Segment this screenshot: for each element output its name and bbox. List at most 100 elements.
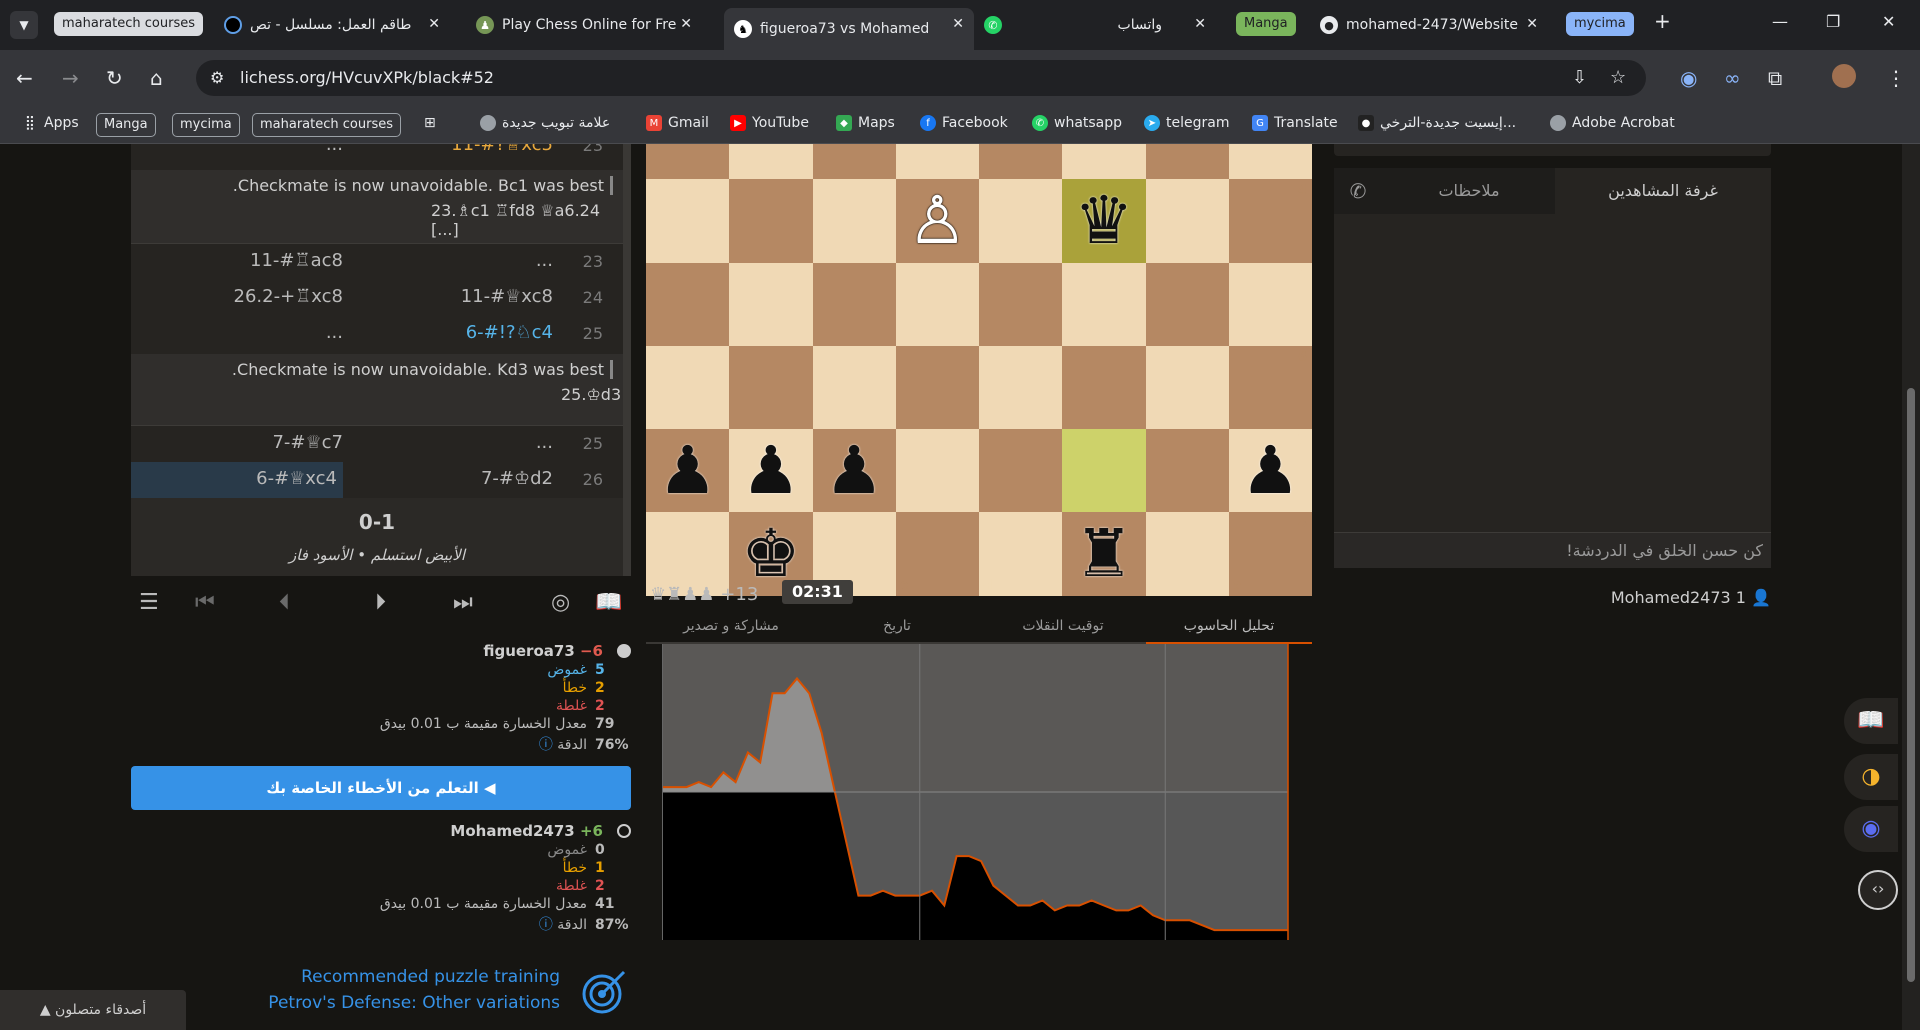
- bookmark-manga[interactable]: Manga: [96, 113, 156, 137]
- black-queen-piece[interactable]: ♛: [1062, 179, 1145, 262]
- online-friends-toggle[interactable]: أصدقاء متصلون ▲: [0, 990, 186, 1030]
- board-square[interactable]: [729, 262, 813, 346]
- white-player-name[interactable]: figueroa73: [483, 642, 574, 660]
- tab-crosstable[interactable]: تاريخ: [814, 618, 980, 634]
- board-square[interactable]: [812, 179, 896, 263]
- info-icon[interactable]: ⓘ: [539, 737, 553, 753]
- board-square[interactable]: [812, 262, 896, 346]
- url-text[interactable]: lichess.org/HVcuvXPk/black#52: [240, 68, 494, 87]
- tab-groups-icon[interactable]: ⊞: [424, 115, 436, 131]
- new-tab-button[interactable]: +: [1654, 9, 1671, 33]
- home-icon[interactable]: ⌂: [150, 66, 163, 90]
- board-square[interactable]: [895, 144, 979, 180]
- board-square[interactable]: [1062, 262, 1146, 346]
- tab-search-button[interactable]: ▼: [10, 11, 38, 39]
- move-white[interactable]: 11-#?♕xc5: [451, 144, 553, 155]
- board-square[interactable]: [1145, 345, 1229, 429]
- learn-from-mistakes-button[interactable]: التعلم من الأخطاء الخاصة بك ◀: [131, 766, 631, 810]
- install-app-icon[interactable]: ⇩: [1572, 67, 1587, 88]
- board-square[interactable]: [812, 345, 896, 429]
- move-black-current[interactable]: 6-#♕xc4: [131, 462, 343, 498]
- comment-variation[interactable]: 25.♔d3: [141, 385, 621, 404]
- code-icon[interactable]: ‹›: [1858, 870, 1898, 910]
- board-square[interactable]: [729, 345, 813, 429]
- board-square[interactable]: [895, 345, 979, 429]
- move-white[interactable]: ...: [536, 432, 553, 453]
- stat-blunders[interactable]: 2 غلطة: [331, 878, 631, 896]
- comment-variation[interactable]: 23.♗c1 ♖fd8 ♕a6.24 [...]: [141, 201, 613, 239]
- bookmark-star-icon[interactable]: ☆: [1610, 67, 1626, 88]
- site-info-icon[interactable]: ⚙: [210, 68, 224, 87]
- bookmark-new-tab[interactable]: علامة تبويب جديدة: [480, 115, 610, 131]
- move-black[interactable]: 26.2-+♖xc8: [234, 286, 343, 307]
- board-square[interactable]: [979, 144, 1063, 180]
- tab-spectator-room[interactable]: غرفة المشاهدين: [1555, 168, 1771, 214]
- move-black[interactable]: 11-#♖ac8: [250, 250, 343, 271]
- stat-blunders[interactable]: 2 غلطة: [331, 698, 631, 716]
- minimize-icon[interactable]: —: [1772, 12, 1788, 31]
- tab-share-export[interactable]: مشاركة و تصدير: [648, 618, 814, 634]
- board-square[interactable]: [895, 262, 979, 346]
- bookmark-apps[interactable]: ⣿ Apps: [22, 115, 79, 131]
- player-name[interactable]: figueroa73 −6: [483, 642, 603, 660]
- move-white[interactable]: 6-#!?♘c4: [466, 322, 553, 343]
- black-pawn-piece[interactable]: ♟: [646, 429, 729, 512]
- target-icon[interactable]: [580, 966, 630, 1016]
- board-square[interactable]: [1228, 144, 1312, 180]
- scrollbar-thumb[interactable]: [1907, 388, 1915, 982]
- color-wheel-icon[interactable]: ◑: [1844, 754, 1898, 800]
- move-black[interactable]: ...: [326, 322, 343, 343]
- restore-icon[interactable]: ❐: [1826, 12, 1840, 31]
- last-move-icon[interactable]: ⏭: [453, 590, 473, 615]
- close-icon[interactable]: ✕: [952, 16, 964, 32]
- stat-mistakes[interactable]: 2 خطأ: [331, 680, 631, 698]
- advantage-chart[interactable]: [662, 644, 1312, 940]
- next-move-icon[interactable]: ⏵: [375, 590, 386, 615]
- reload-icon[interactable]: ↻: [106, 66, 123, 90]
- board-square[interactable]: [812, 144, 896, 180]
- bookmark-facebook[interactable]: f Facebook: [920, 115, 1008, 131]
- tab-lichess-game[interactable]: ♞ figueroa73 vs Mohamed ✕: [724, 8, 974, 50]
- bookmark-youtube[interactable]: ▶ YouTube: [730, 115, 809, 131]
- bookmark-eset[interactable]: ● إيسيت جديدة-الترخي...: [1358, 115, 1516, 131]
- tab-github[interactable]: ● mohamed-2473/Website ✕: [1310, 8, 1548, 42]
- bookmark-maharatech[interactable]: maharatech courses: [252, 113, 401, 137]
- white-pawn-piece[interactable]: ♙: [896, 179, 979, 262]
- board-square[interactable]: [895, 429, 979, 513]
- tab-play-chess[interactable]: ♟ Play Chess Online for Fre ✕: [466, 8, 702, 42]
- watcher-name[interactable]: Mohamed2473 1: [1611, 588, 1746, 607]
- board-square[interactable]: [1062, 345, 1146, 429]
- board-square[interactable]: [729, 179, 813, 263]
- bookmark-telegram[interactable]: ➤ telegram: [1144, 115, 1229, 131]
- puzzle-title[interactable]: Recommended puzzle training: [250, 964, 560, 990]
- board-square[interactable]: [646, 144, 730, 180]
- page-scrollbar[interactable]: [1902, 144, 1920, 1030]
- close-icon[interactable]: ✕: [1194, 16, 1206, 32]
- opening-book-icon[interactable]: 📖: [595, 590, 622, 615]
- bookmark-mycima[interactable]: mycima: [172, 113, 240, 137]
- extensions-puzzle-icon[interactable]: ⧉: [1768, 66, 1782, 90]
- board-square[interactable]: [646, 179, 730, 263]
- tab-series[interactable]: طاقم العمل: مسلسل - تص ✕: [214, 8, 450, 42]
- extension-icon-1[interactable]: ◉: [1680, 66, 1697, 90]
- board-square[interactable]: [1145, 144, 1229, 180]
- board-square[interactable]: [1145, 429, 1229, 513]
- menu-kebab-icon[interactable]: ⋮: [1886, 66, 1906, 90]
- close-icon[interactable]: ✕: [680, 16, 692, 32]
- board-square[interactable]: [646, 262, 730, 346]
- menu-icon[interactable]: ☰: [139, 590, 159, 615]
- tab-whatsapp[interactable]: ✆ واتساب ✕: [984, 8, 1216, 42]
- move-white[interactable]: ...: [536, 250, 553, 271]
- bookmark-acrobat[interactable]: Adobe Acrobat: [1550, 115, 1675, 131]
- recommended-puzzle-link[interactable]: Recommended puzzle training Petrov's Def…: [250, 964, 630, 1016]
- board-square[interactable]: [979, 345, 1063, 429]
- back-icon[interactable]: ←: [16, 66, 33, 90]
- board-square[interactable]: [979, 179, 1063, 263]
- move-black[interactable]: 7-#♕c7: [272, 432, 343, 453]
- tab-group-manga[interactable]: Manga: [1236, 12, 1296, 36]
- move-black[interactable]: ...: [326, 144, 343, 155]
- player-name[interactable]: Mohamed2473 +6: [450, 822, 603, 840]
- puzzle-opening[interactable]: Petrov's Defense: Other variations: [250, 990, 560, 1016]
- book-icon[interactable]: 📖: [1844, 698, 1898, 744]
- bookmark-whatsapp[interactable]: ✆ whatsapp: [1032, 115, 1122, 131]
